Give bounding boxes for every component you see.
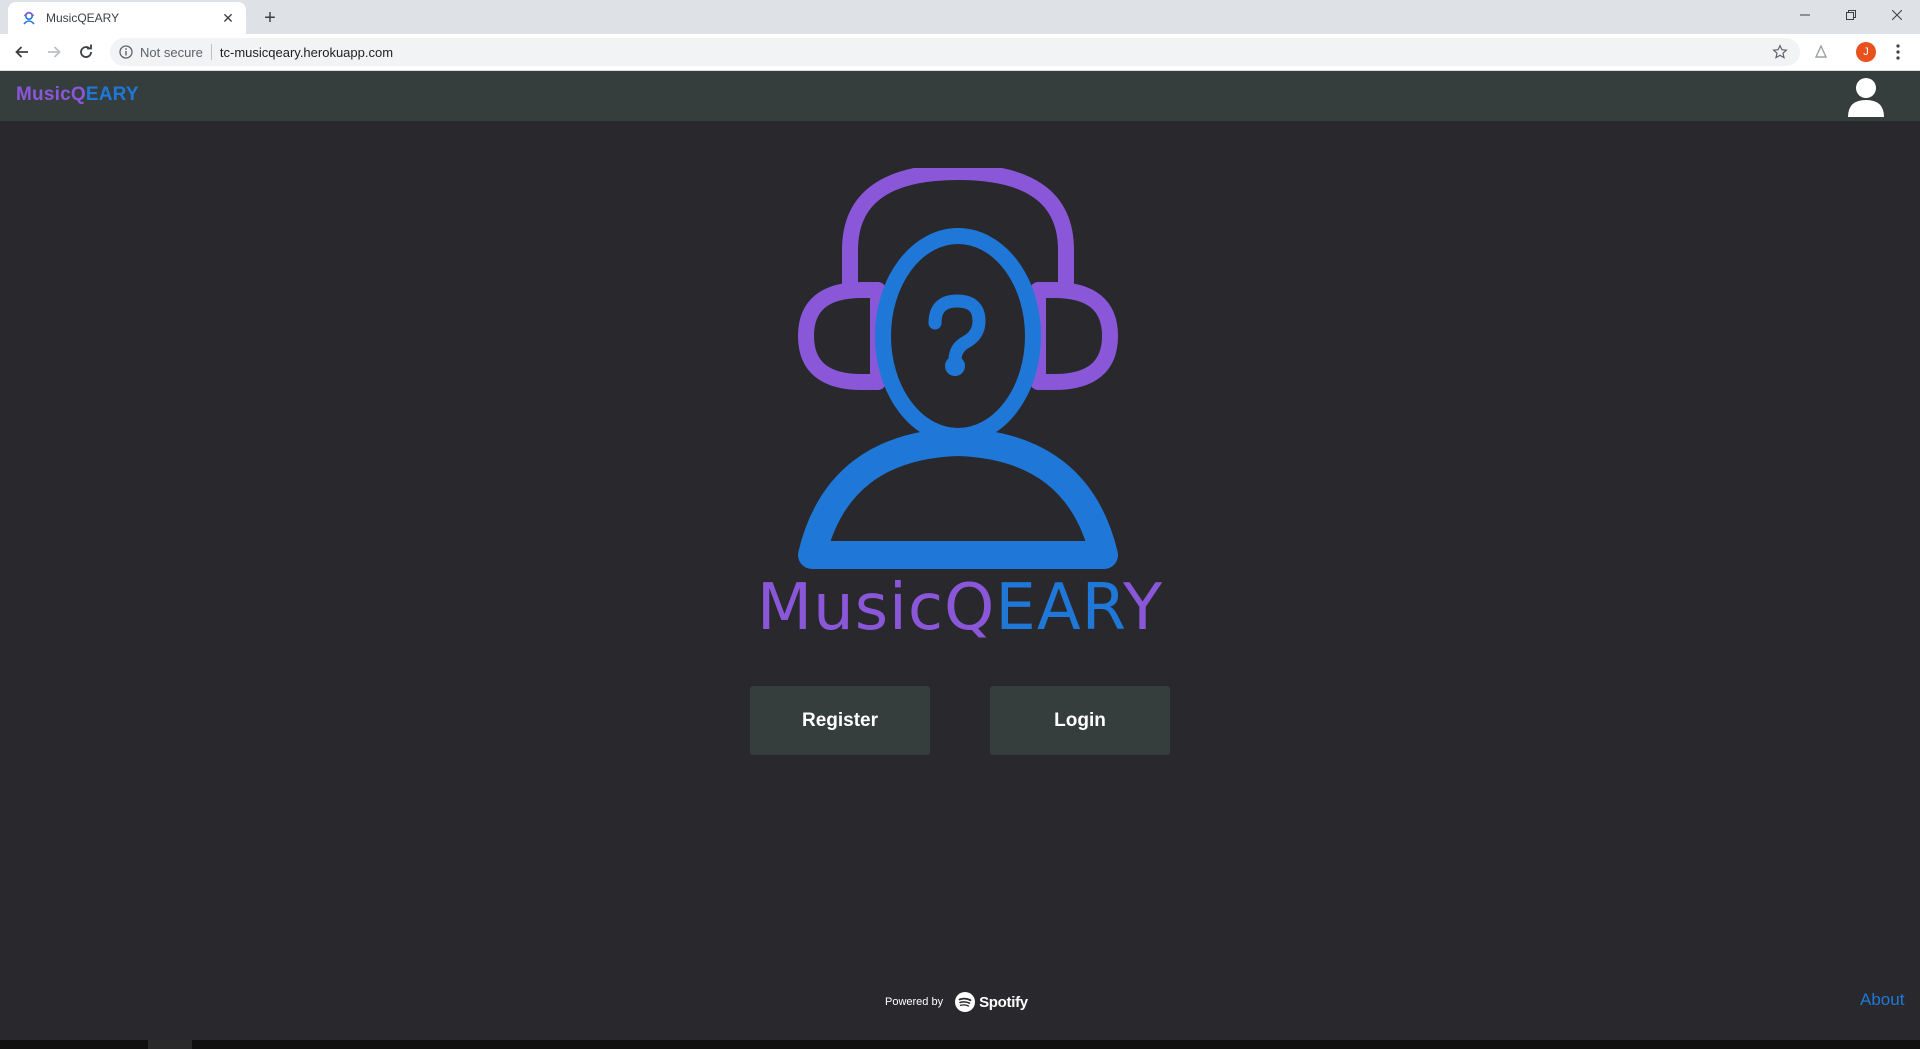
spotify-wordmark: Spotify [979,993,1028,1011]
browser-menu-icon[interactable] [1886,40,1910,64]
musicqeary-logo-icon [798,168,1118,569]
powered-by-spotify: Powered by Spotify [885,990,1028,1014]
profile-avatar[interactable]: J [1856,42,1876,62]
brand-text-part2: EARY [85,84,139,105]
back-icon[interactable] [8,38,36,66]
app-navbar: MusicQEARY [0,71,1920,121]
register-button[interactable]: Register [750,686,930,755]
address-bar[interactable]: Not secure tc-musicqeary.herokuapp.com [110,38,1800,66]
login-button[interactable]: Login [990,686,1170,755]
tab-title: MusicQEARY [46,11,120,25]
reload-icon[interactable] [72,38,100,66]
info-icon[interactable] [118,44,134,60]
os-taskbar [0,1040,1920,1049]
spotify-logo[interactable]: Spotify [955,992,1028,1012]
user-account-icon[interactable] [1846,75,1886,119]
musicqeary-favicon-icon [20,9,38,27]
hero-title: MusicQEARY [600,570,1320,646]
security-label: Not secure [140,44,203,60]
new-tab-button[interactable]: + [258,6,282,30]
spotify-icon [955,992,976,1012]
divider [210,44,212,60]
minimize-icon[interactable] [1782,0,1828,30]
close-window-icon[interactable] [1874,0,1920,30]
url-text[interactable]: tc-musicqeary.herokuapp.com [220,45,1770,60]
forward-icon[interactable] [40,38,68,66]
browser-toolbar: Not secure tc-musicqeary.herokuapp.com [0,34,1920,71]
hero-title-part2: EAR [995,571,1123,645]
extension-icon[interactable] [1812,43,1830,61]
brand-logo-link[interactable]: MusicQEARY [16,84,139,106]
bookmark-star-icon[interactable] [1770,42,1790,62]
restore-icon[interactable] [1828,0,1874,30]
browser-tab[interactable]: MusicQEARY ✕ [8,2,246,34]
taskbar-active-item[interactable] [148,1040,192,1049]
tab-close-icon[interactable]: ✕ [218,8,238,28]
powered-by-text: Powered by [885,996,944,1008]
hero-title-part3: Y [1122,571,1164,645]
brand-text-part1: MusicQ [16,84,86,105]
hero-title-part1: MusicQ [756,571,996,645]
browser-tab-strip: MusicQEARY ✕ + [0,0,1920,34]
about-link[interactable]: About [1860,990,1904,1010]
